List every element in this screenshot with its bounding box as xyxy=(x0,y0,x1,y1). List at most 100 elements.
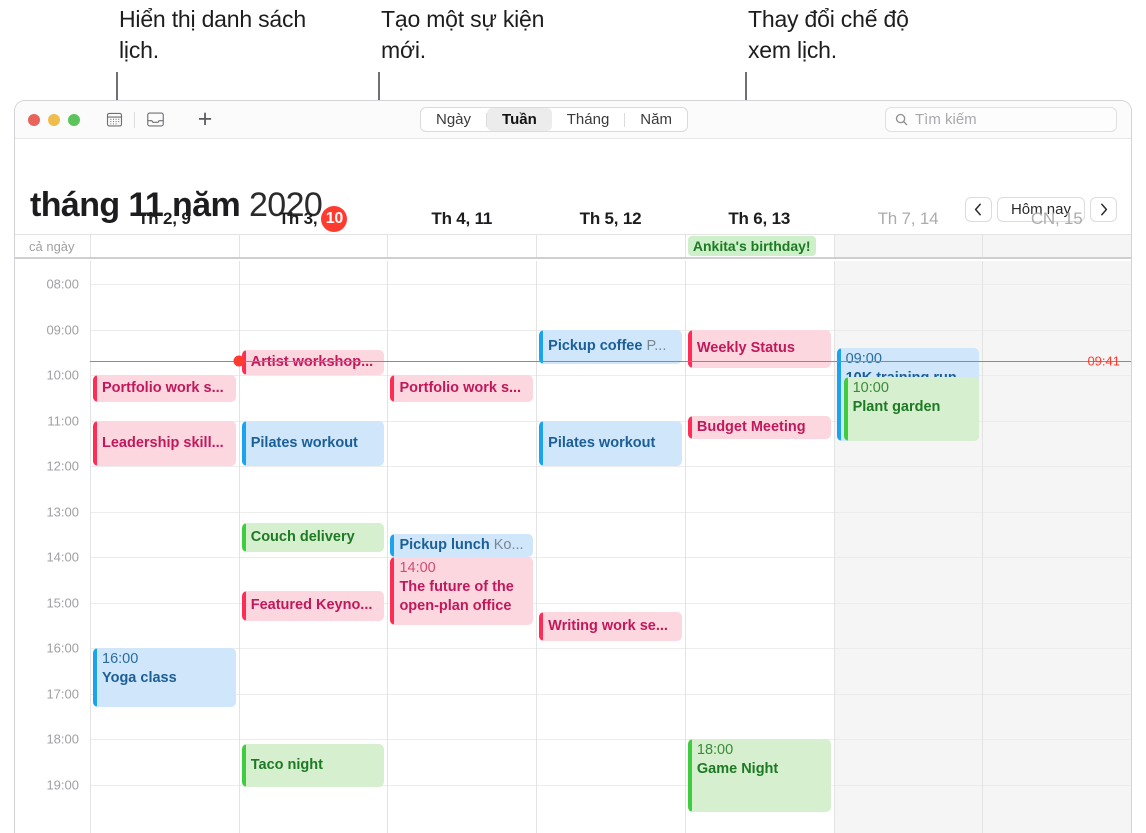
hour-gridline xyxy=(983,693,1131,695)
hour-gridline xyxy=(537,284,685,285)
calendar-event[interactable]: 14:00 The future of the open-plan office xyxy=(390,557,534,626)
calendar-event[interactable]: Pickup lunch Ko... xyxy=(390,534,534,557)
event-title: Plant garden xyxy=(852,399,941,416)
view-mode-week[interactable]: Tuần xyxy=(487,108,552,131)
time-label: 11:00 xyxy=(47,413,79,428)
day-column-mon[interactable]: Portfolio work s... Leadership skill... 16… xyxy=(90,261,239,833)
calendar-event[interactable]: Leadership skill... xyxy=(93,420,236,466)
calendar-event[interactable]: Portfolio work s... xyxy=(390,375,534,403)
current-time-dot xyxy=(233,355,245,367)
hour-gridline xyxy=(983,511,1131,513)
hour-gridline xyxy=(983,375,1131,376)
day-header-sat[interactable]: Th 7, 14 xyxy=(834,205,983,233)
all-day-cell-thu[interactable] xyxy=(536,235,685,257)
time-label: 13:00 xyxy=(46,504,79,519)
day-column-sat[interactable]: 09:0010K training run10:00Plant garden xyxy=(833,261,983,833)
hour-gridline xyxy=(685,602,834,604)
calendar-event[interactable]: Featured Keyno... xyxy=(241,591,385,621)
day-column-tue[interactable]: Artist workshop... Pilates workout Couch d… xyxy=(238,261,388,833)
hour-gridline xyxy=(537,739,685,740)
day-column-wed[interactable]: Portfolio work s... Pickup lunch Ko... 14:… xyxy=(387,261,537,833)
day-header-mon[interactable]: Th 2, 9 xyxy=(90,205,239,233)
day-header-fri[interactable]: Th 6, 13 xyxy=(685,205,834,233)
all-day-cell-wed[interactable] xyxy=(387,235,536,257)
search-icon xyxy=(895,113,908,126)
view-mode-year[interactable]: Năm xyxy=(625,108,687,131)
hour-gridline xyxy=(537,466,685,467)
all-day-cell-sun[interactable] xyxy=(982,235,1131,257)
callout-text: Thay đổi chế độ xem lịch. xyxy=(748,6,909,63)
hour-gridline xyxy=(239,511,388,513)
event-title: Portfolio work s... xyxy=(399,380,522,397)
view-mode-day[interactable]: Ngày xyxy=(421,108,486,131)
day-header-thu[interactable]: Th 5, 12 xyxy=(536,205,685,233)
calendar-event[interactable]: Pilates workout xyxy=(539,420,682,466)
all-day-event[interactable]: Ankita's birthday! xyxy=(687,236,816,256)
all-day-cell-tue[interactable] xyxy=(238,235,388,257)
calendar-event[interactable]: Portfolio work s... xyxy=(93,375,236,403)
event-color-bar xyxy=(241,420,246,466)
hour-gridline xyxy=(685,375,834,376)
day-column-sun[interactable] xyxy=(982,261,1131,833)
time-label: 08:00 xyxy=(46,276,79,292)
event-color-bar xyxy=(241,522,246,553)
all-day-cell-mon[interactable] xyxy=(90,235,239,257)
day-column-fri[interactable]: Weekly Status Budget Meeting 18:00 Game Nig… xyxy=(684,261,834,833)
add-event-label: + xyxy=(197,105,213,133)
calendar-event[interactable]: Writing work se... xyxy=(539,611,682,642)
calendar-event[interactable]: 18:00 Game Night xyxy=(687,739,831,812)
event-title: Leadership skill... xyxy=(102,434,224,451)
hour-gridline xyxy=(239,329,388,331)
close-button[interactable] xyxy=(28,113,40,126)
event-title: Artist workshop... xyxy=(251,353,385,372)
day-column-thu[interactable]: Pickup coffee P... Pilates workout Writing… xyxy=(536,261,685,833)
inbox-icon[interactable] xyxy=(142,109,168,131)
hour-gridline xyxy=(91,602,239,604)
event-color-bar xyxy=(93,420,97,466)
hour-gridline xyxy=(239,375,388,376)
event-title: The future of the open-plan office xyxy=(399,579,514,614)
calendar-event[interactable]: Couch delivery xyxy=(241,522,385,553)
view-mode-month[interactable]: Tháng xyxy=(552,108,625,131)
calendar-event[interactable]: Artist workshop... xyxy=(241,349,385,375)
hour-gridline xyxy=(685,284,834,285)
hour-gridline xyxy=(239,466,388,467)
day-header-tue[interactable]: Th 3, 10 xyxy=(239,205,388,233)
search-input[interactable] xyxy=(915,111,1107,128)
window-traffic-lights xyxy=(28,113,80,126)
event-color-bar xyxy=(241,743,246,787)
calendar-event[interactable]: 10:00 Plant garden xyxy=(843,377,980,441)
day-header-sun[interactable]: CN, 15 xyxy=(982,205,1131,233)
calendar-icon[interactable] xyxy=(101,109,127,131)
day-header-wed[interactable]: Th 4, 11 xyxy=(387,205,536,233)
current-time-label: 09:41 xyxy=(1087,353,1120,369)
calendar-event[interactable]: Pickup coffee P... xyxy=(539,329,682,364)
hour-gridline xyxy=(834,557,983,558)
view-mode-segmented-control[interactable]: Ngày Tuần Tháng Năm xyxy=(420,107,688,132)
event-time: 16:00 xyxy=(102,651,139,667)
calendar-event[interactable]: Weekly Status xyxy=(687,329,831,369)
hour-gridline xyxy=(388,511,537,513)
event-title: Writing work se... xyxy=(548,617,668,634)
hour-gridline xyxy=(91,329,239,331)
hour-gridline xyxy=(834,284,983,285)
all-day-cell-sat[interactable] xyxy=(833,235,983,257)
minimize-button[interactable] xyxy=(48,113,60,126)
hour-gridline xyxy=(983,648,1131,649)
event-title: Pickup lunch Ko... xyxy=(399,537,524,554)
calendar-event[interactable]: 16:00 Yoga class xyxy=(93,648,236,708)
hour-gridline xyxy=(239,648,388,649)
hour-gridline xyxy=(388,284,537,285)
hour-gridline xyxy=(685,648,834,649)
zoom-button[interactable] xyxy=(68,113,80,126)
all-day-cell-fri[interactable]: Ankita's birthday! xyxy=(684,235,834,257)
hour-gridline xyxy=(91,557,239,558)
search-field[interactable] xyxy=(885,107,1117,132)
calendar-event[interactable]: Budget Meeting xyxy=(687,415,831,439)
calendar-event[interactable]: Pilates workout xyxy=(241,420,385,466)
calendar-event[interactable]: Taco night xyxy=(241,743,385,787)
hour-gridline xyxy=(388,420,537,422)
add-event-button[interactable]: + xyxy=(192,105,218,133)
hour-gridline xyxy=(388,739,537,740)
hour-gridline xyxy=(834,784,983,786)
